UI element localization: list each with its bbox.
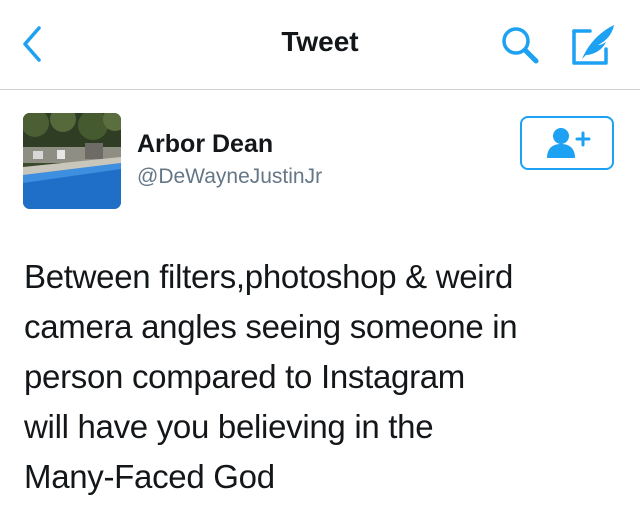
tweet-text-line: Many-Faced God [24,458,275,495]
tweet-text-line: person compared to Instagram [24,358,465,395]
tweet-text-line: will have you believing in the [24,408,434,445]
author-name[interactable]: Arbor Dean [137,130,273,159]
navigation-bar: Tweet [0,0,640,90]
follow-button[interactable] [520,116,614,170]
search-button[interactable] [496,22,544,68]
author-handle: @DeWayneJustinJr [137,165,323,188]
pool-photo-avatar [23,113,121,209]
search-icon [502,27,539,64]
tweet-text-line: camera angles seeing someone in [24,308,518,345]
add-user-icon [547,128,591,158]
page-title: Tweet [281,26,359,57]
chevron-left-icon [23,26,41,62]
compose-tweet-icon [572,25,614,65]
compose-tweet-button[interactable] [566,20,622,70]
back-button[interactable] [14,22,50,66]
tweet-text: Between filters,photoshop & weird camera… [24,252,624,502]
tweet-text-line: Between filters,photoshop & weird [24,258,514,295]
avatar[interactable] [23,113,121,209]
